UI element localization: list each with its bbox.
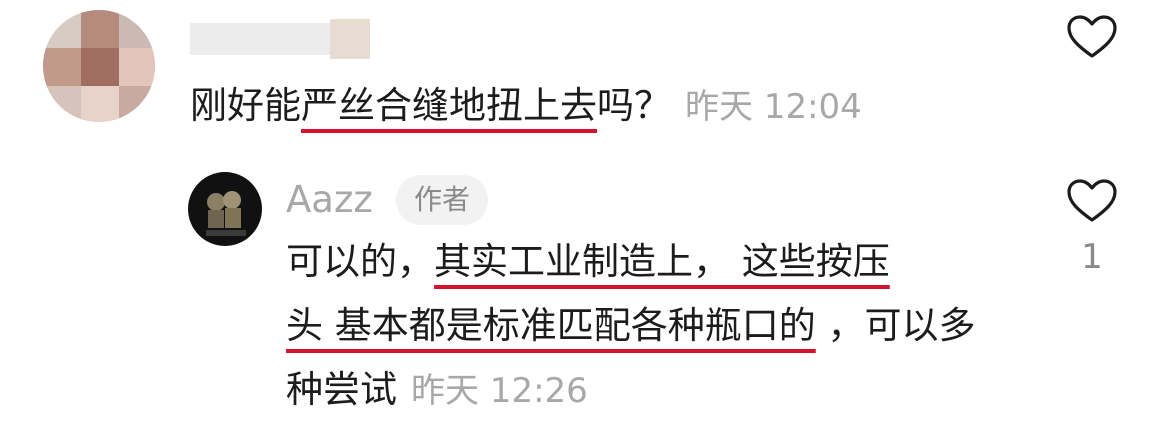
author-avatar[interactable] bbox=[188, 172, 262, 246]
reply-username[interactable]: Aazz bbox=[286, 172, 373, 228]
underlined-phrase-a: 其实工业制造上， 这些按压 bbox=[434, 240, 890, 283]
heart-icon[interactable] bbox=[1066, 178, 1118, 228]
username-blurred[interactable] bbox=[190, 15, 372, 63]
avatar[interactable] bbox=[43, 10, 155, 122]
reply-text: 可以的，其实工业制造上， 这些按压头 基本都是标准匹配各种瓶口的 ，可以多种尝试… bbox=[286, 240, 976, 411]
comment-text: 刚好能严丝合缝地扭上去吗？ 昨天 12:04 bbox=[190, 84, 862, 127]
underlined-phrase: 严丝合缝地扭上去 bbox=[301, 84, 597, 127]
author-badge: 作者 bbox=[396, 175, 489, 225]
comment-time: 昨天 12:04 bbox=[685, 87, 862, 127]
like-count: 1 bbox=[1081, 237, 1103, 277]
reply-time: 昨天 12:26 bbox=[411, 371, 588, 411]
heart-icon[interactable] bbox=[1066, 14, 1118, 64]
underlined-phrase-b: 头 基本都是标准匹配各种瓶口的 bbox=[286, 304, 816, 347]
